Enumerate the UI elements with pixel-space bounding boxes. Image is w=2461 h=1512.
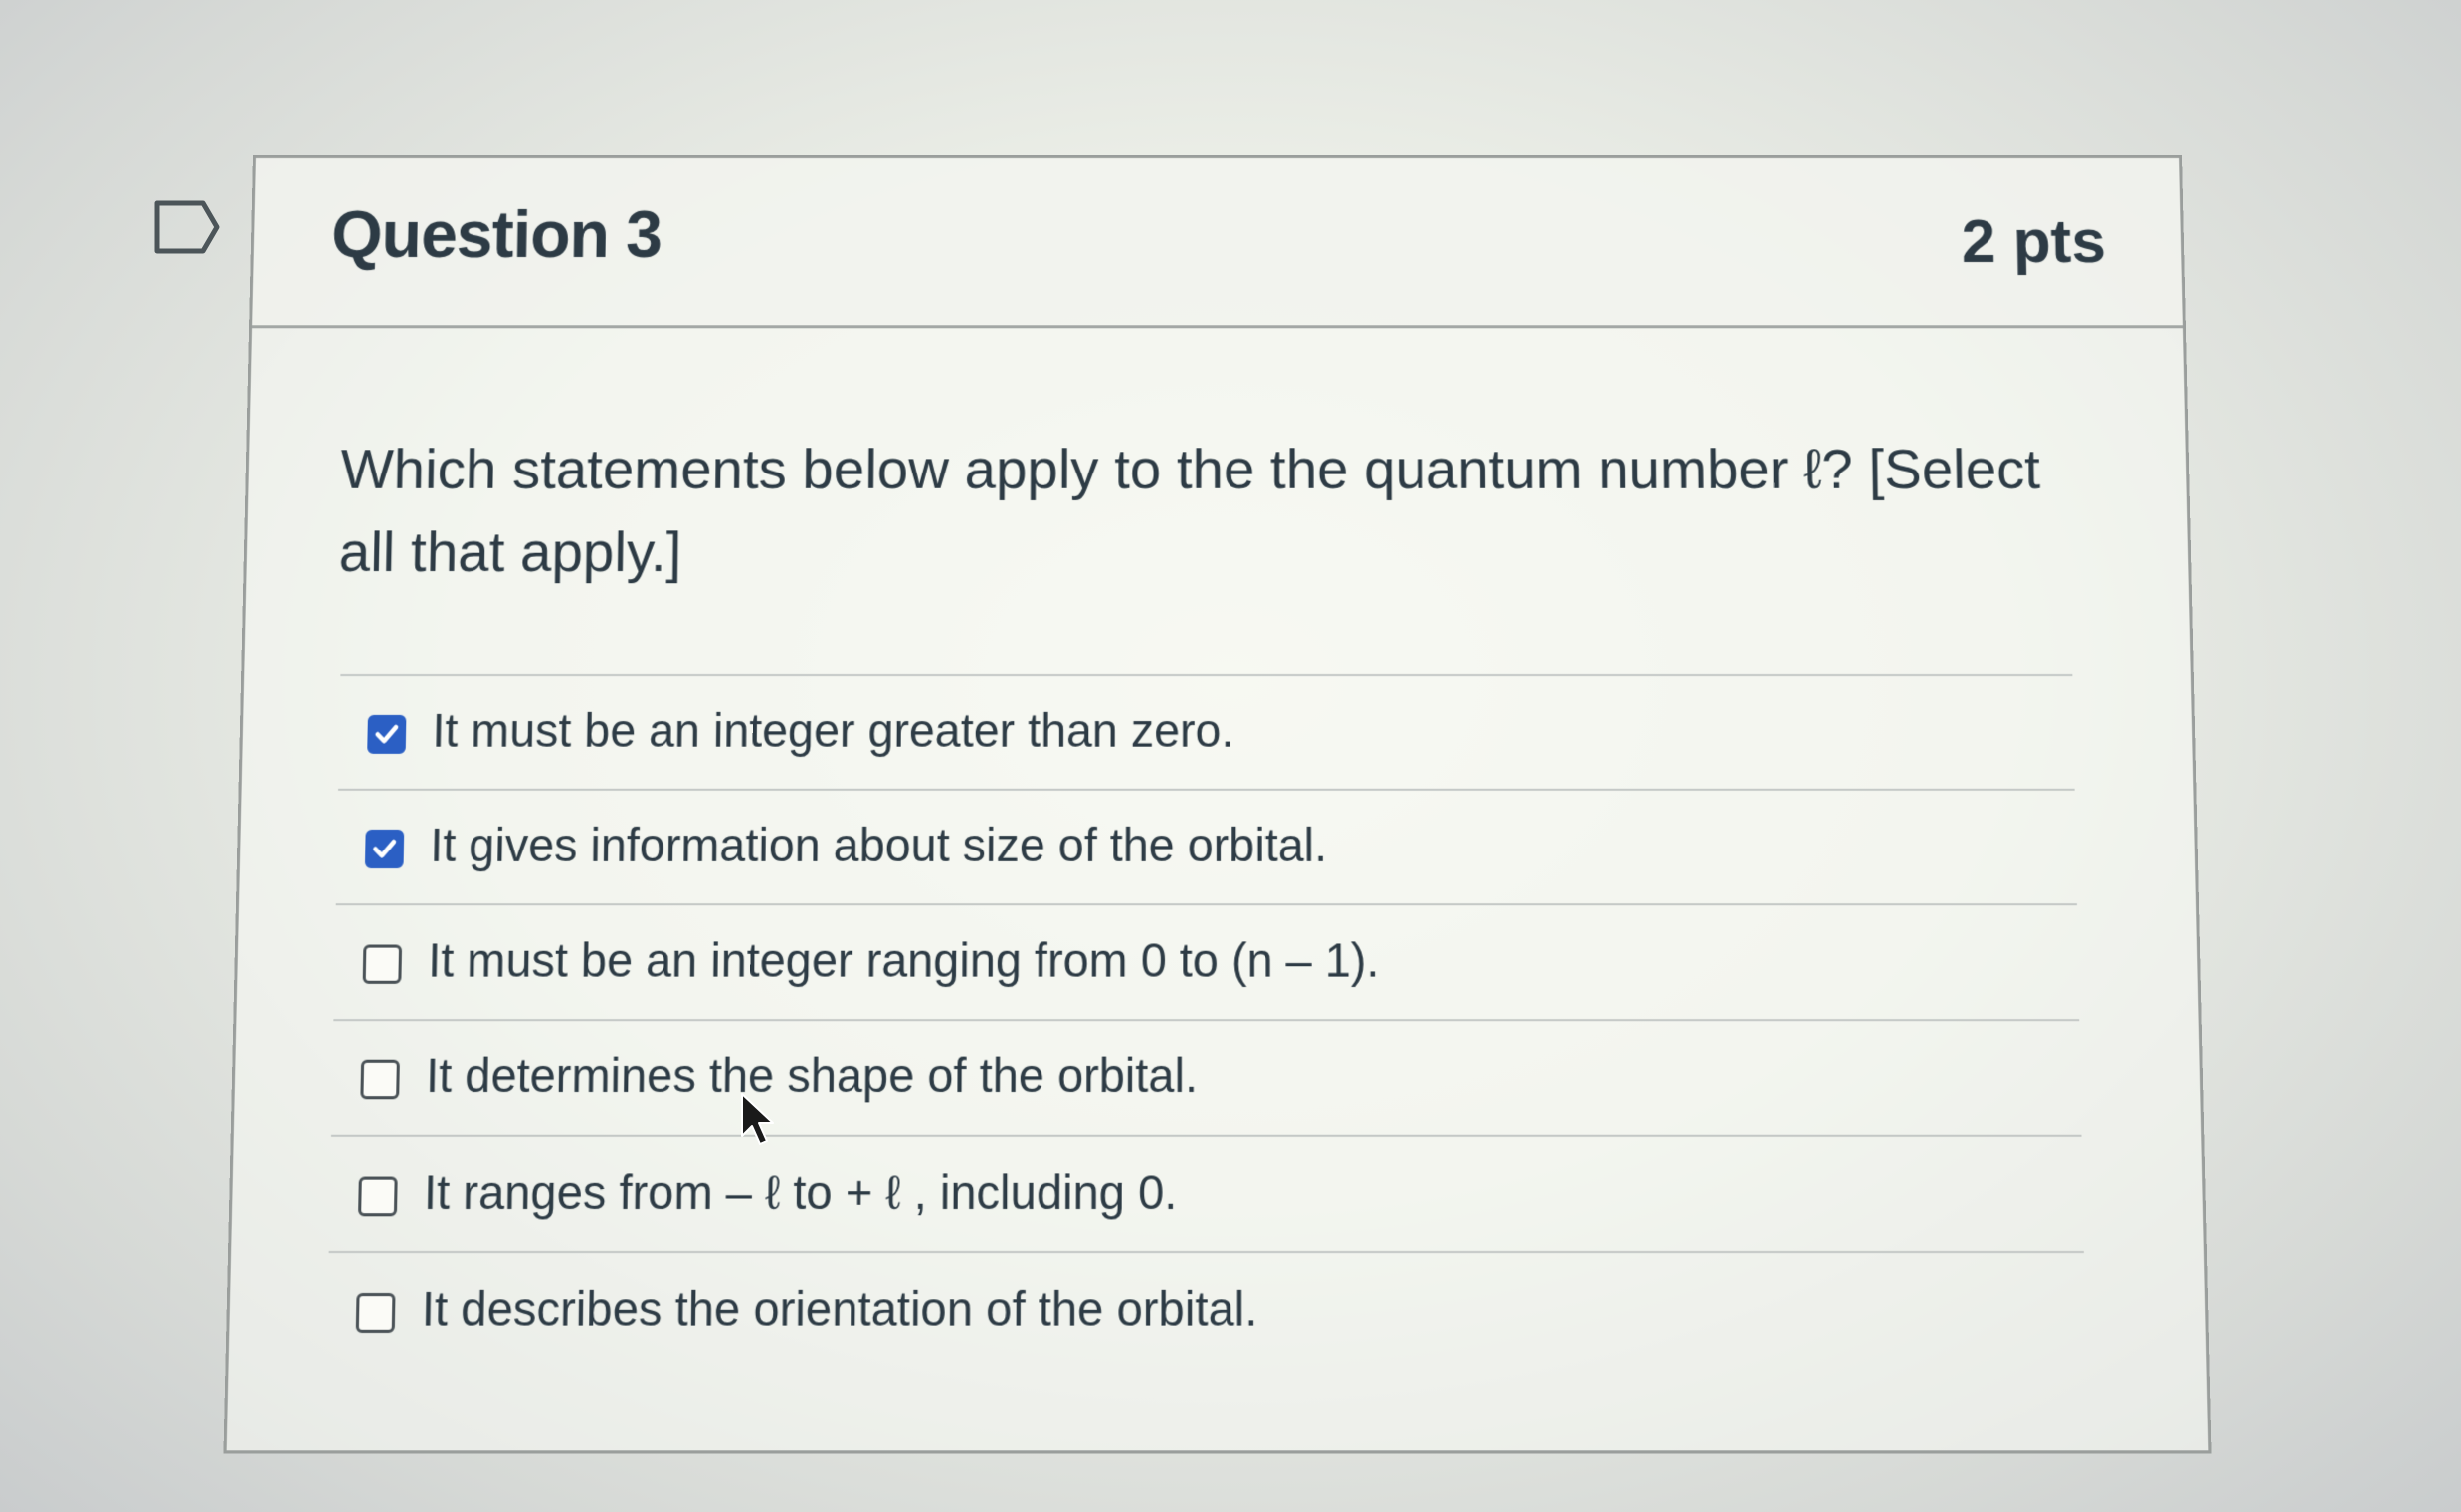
question-title: Question 3	[331, 196, 663, 272]
answer-checkbox[interactable]	[358, 1177, 398, 1217]
checkmark-icon	[371, 836, 398, 862]
answer-checkbox[interactable]	[360, 1060, 400, 1100]
question-text: Which statements below apply to the the …	[338, 428, 2107, 593]
question-header: Question 3 2 pts	[252, 158, 2183, 328]
answer-option[interactable]: It describes the orientation of the orbi…	[326, 1251, 2086, 1369]
answer-option[interactable]: It must be an integer ranging from 0 to …	[333, 903, 2079, 1019]
flag-question-icon[interactable]	[153, 199, 221, 255]
answer-checkbox[interactable]	[367, 715, 406, 754]
answer-checkbox[interactable]	[365, 830, 404, 868]
answer-label: It must be an integer greater than zero.	[432, 703, 1233, 758]
answer-option[interactable]: It ranges from – ℓ to + ℓ , including 0.	[329, 1135, 2084, 1251]
checkmark-icon	[373, 721, 400, 748]
answer-option[interactable]: It must be an integer greater than zero.	[338, 674, 2075, 789]
answer-label: It describes the orientation of the orbi…	[421, 1280, 1257, 1337]
answer-label: It gives information about size of the o…	[430, 818, 1327, 873]
question-points: 2 pts	[1961, 206, 2106, 277]
answer-option[interactable]: It gives information about size of the o…	[336, 789, 2077, 903]
answer-label: It determines the shape of the orbital.	[426, 1047, 1198, 1103]
answer-option[interactable]: It determines the shape of the orbital.	[331, 1019, 2081, 1135]
question-card: Question 3 2 pts Which statements below …	[223, 155, 2211, 1453]
answer-label: It ranges from – ℓ to + ℓ , including 0.	[424, 1164, 1178, 1221]
answer-checkbox[interactable]	[363, 945, 402, 984]
answer-label: It must be an integer ranging from 0 to …	[428, 932, 1380, 988]
mouse-pointer-icon	[740, 1092, 780, 1148]
answer-checkbox[interactable]	[356, 1293, 396, 1333]
answer-list: It must be an integer greater than zero.…	[326, 674, 2086, 1369]
